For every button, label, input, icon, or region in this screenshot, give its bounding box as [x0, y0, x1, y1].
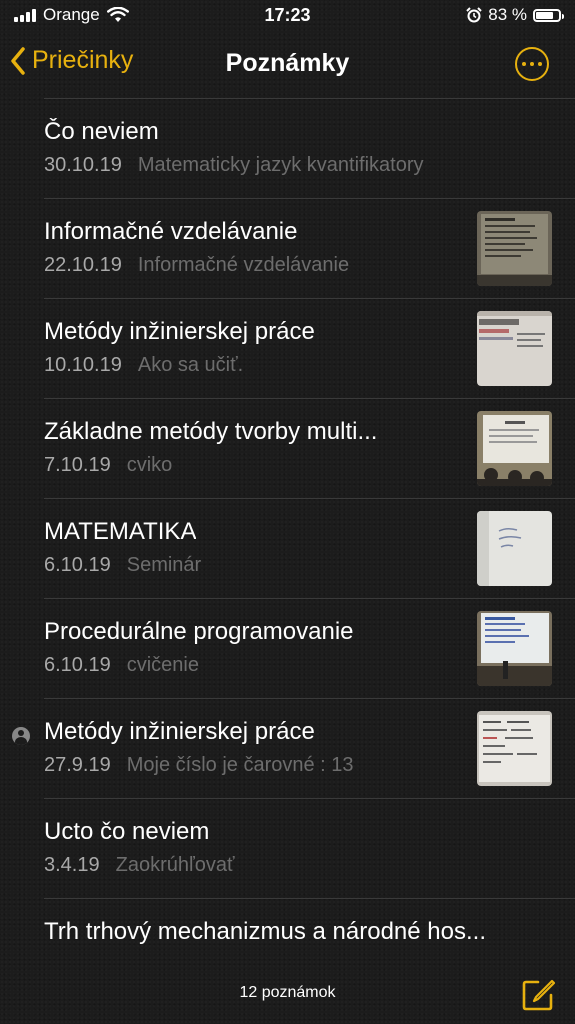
note-item[interactable]: Procedurálne programovanie 6.10.19 cvičen…: [44, 598, 575, 698]
note-thumbnail: [477, 711, 552, 786]
note-preview: Matematicky jazyk kvantifikatory: [137, 154, 424, 176]
note-item[interactable]: MATEMATIKA 6.10.19 Seminár: [44, 498, 575, 598]
note-thumbnail: [477, 611, 552, 686]
note-date: 22.10.19: [44, 254, 122, 276]
navigation-bar: Priečinky Poznámky: [0, 32, 575, 98]
note-date: 10.10.19: [44, 354, 122, 376]
note-preview: Ako sa učiť.: [137, 354, 244, 376]
battery-percent: 83 %: [488, 5, 527, 24]
note-title: Čo neviem: [44, 118, 159, 145]
alarm-icon: [466, 7, 482, 23]
ellipsis-icon: [522, 62, 526, 66]
compose-icon: [522, 979, 556, 1011]
note-item[interactable]: Metódy inžinierskej práce 10.10.19 Ako sa…: [44, 298, 575, 398]
note-title: Trh trhový mechanizmus a národné hos...: [44, 918, 486, 945]
note-title: MATEMATIKA: [44, 518, 197, 545]
note-date: 30.10.19: [44, 154, 122, 176]
note-preview: Seminár: [126, 554, 202, 576]
shared-user-icon: [12, 727, 30, 745]
note-preview: cvičenie: [126, 654, 199, 676]
note-item[interactable]: Ucto čo neviem 3.4.19 Zaokrúhľovať: [44, 798, 575, 898]
note-item[interactable]: Informačné vzdelávanie 22.10.19 Informačn…: [44, 198, 575, 298]
page-title: Poznámky: [225, 49, 350, 77]
status-bar: Orange 17:23 83 %: [0, 0, 575, 32]
bottom-toolbar: 12 poznámok: [0, 964, 575, 1024]
note-title: Procedurálne programovanie: [44, 618, 354, 645]
note-thumbnail: [477, 311, 552, 386]
note-item[interactable]: Metódy inžinierskej práce 27.9.19 Moje čí…: [12, 698, 575, 798]
battery-icon: [533, 8, 564, 22]
note-date: 7.10.19: [44, 454, 111, 476]
note-item[interactable]: Čo neviem 30.10.19 Matematicky jazyk kvan…: [44, 98, 575, 198]
note-preview: cviko: [126, 454, 173, 476]
note-title: Základne metódy tvorby multi...: [44, 418, 378, 445]
note-preview: Moje číslo je čarovné : 13: [126, 754, 354, 776]
note-title: Metódy inžinierskej práce: [44, 318, 315, 345]
note-title: Informačné vzdelávanie: [44, 218, 298, 245]
note-date: 6.10.19: [44, 654, 111, 676]
note-thumbnail: [477, 211, 552, 286]
note-title: Metódy inžinierskej práce: [44, 718, 315, 745]
compose-button[interactable]: [521, 978, 556, 1012]
note-preview: Informačné vzdelávanie: [137, 254, 350, 276]
note-title: Ucto čo neviem: [44, 818, 210, 845]
note-thumbnail: [477, 411, 552, 486]
notes-list: Čo neviem 30.10.19 Matematicky jazyk kvan…: [0, 98, 575, 998]
note-item[interactable]: Základne metódy tvorby multi... 7.10.19 c…: [44, 398, 575, 498]
note-date: 3.4.19: [44, 854, 100, 876]
more-options-button[interactable]: [515, 47, 549, 81]
note-preview: Zaokrúhľovať: [115, 854, 235, 876]
note-date: 6.10.19: [44, 554, 111, 576]
status-right: 83 %: [466, 5, 564, 25]
note-count: 12 poznámok: [239, 984, 336, 1001]
note-date: 27.9.19: [44, 754, 111, 776]
note-thumbnail: [477, 511, 552, 586]
